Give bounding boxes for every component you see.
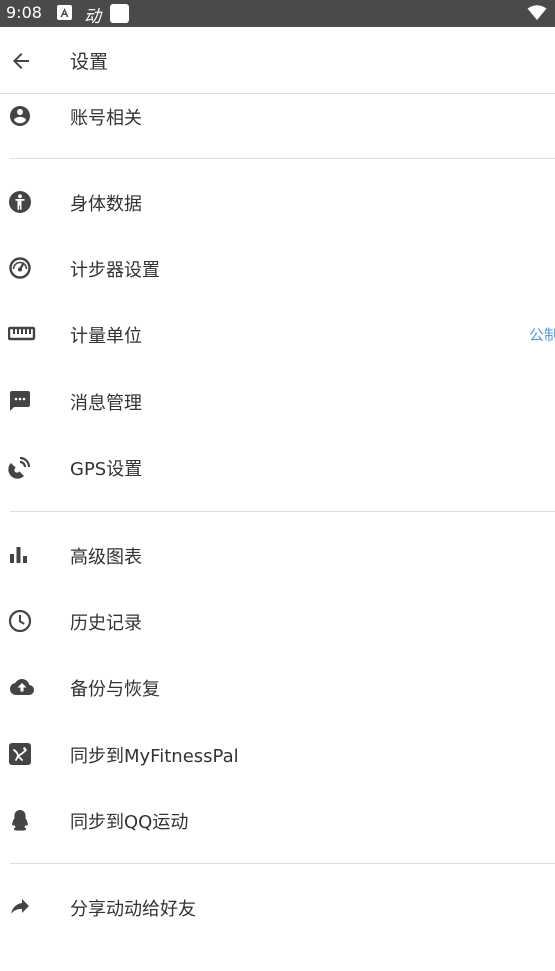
menu-item-label: 分享动动给好友 (70, 899, 196, 920)
menu-item-label: 备份与恢复 (70, 679, 160, 700)
menu-item-sync-myfitnesspal[interactable]: 同步到MyFitnessPal (0, 732, 555, 776)
menu-item-messages[interactable]: 消息管理 (0, 379, 555, 423)
section-divider (10, 158, 555, 159)
menu-item-label: 高级图表 (70, 547, 142, 568)
notification-square-icon (110, 4, 129, 23)
menu-item-label: 计步器设置 (70, 260, 160, 281)
section-divider (10, 511, 555, 512)
menu-item-advanced-charts[interactable]: 高级图表 (0, 533, 555, 577)
menu-item-history[interactable]: 历史记录 (0, 599, 555, 643)
status-bar: 9:08 动 (0, 0, 555, 27)
bar-chart-icon (8, 543, 32, 567)
menu-item-gps[interactable]: GPS设置 (0, 445, 555, 489)
section-divider (10, 863, 555, 864)
app-notification-icon: 动 (84, 7, 101, 27)
notification-a-icon (57, 5, 72, 20)
back-arrow-icon[interactable] (9, 49, 33, 73)
wifi-icon (527, 5, 547, 25)
menu-item-pedometer[interactable]: 计步器设置 (0, 246, 555, 290)
menu-item-label: 消息管理 (70, 393, 142, 414)
qq-penguin-icon (8, 808, 32, 832)
page-title: 设置 (70, 51, 109, 73)
share-arrow-icon (8, 895, 32, 919)
menu-item-label: 同步到QQ运动 (70, 812, 189, 833)
menu-item-label: 历史记录 (70, 613, 142, 634)
unit-value: 公制 (529, 326, 555, 344)
menu-item-account[interactable]: 账号相关 (0, 94, 555, 138)
menu-item-units[interactable]: 计量单位 公制 (0, 312, 555, 356)
clock-icon (8, 609, 32, 633)
message-icon (8, 389, 32, 413)
status-time: 9:08 (6, 3, 42, 22)
app-bar: 设置 (0, 27, 555, 94)
account-circle-icon (8, 104, 32, 128)
menu-item-label: 计量单位 (70, 326, 142, 347)
menu-item-label: 身体数据 (70, 194, 142, 215)
satellite-icon (8, 455, 32, 479)
menu-item-label: 同步到MyFitnessPal (70, 746, 239, 767)
menu-item-label: GPS设置 (70, 459, 143, 480)
menu-item-label: 账号相关 (70, 108, 142, 129)
menu-item-body-data[interactable]: 身体数据 (0, 180, 555, 224)
body-person-icon (8, 190, 32, 214)
menu-item-share[interactable]: 分享动动给好友 (0, 885, 555, 929)
ruler-icon (8, 322, 36, 346)
menu-item-backup[interactable]: 备份与恢复 (0, 665, 555, 709)
myfitnesspal-icon (8, 742, 32, 766)
speedometer-icon (8, 256, 32, 280)
cloud-upload-icon (8, 675, 34, 699)
menu-item-sync-qq[interactable]: 同步到QQ运动 (0, 798, 555, 842)
